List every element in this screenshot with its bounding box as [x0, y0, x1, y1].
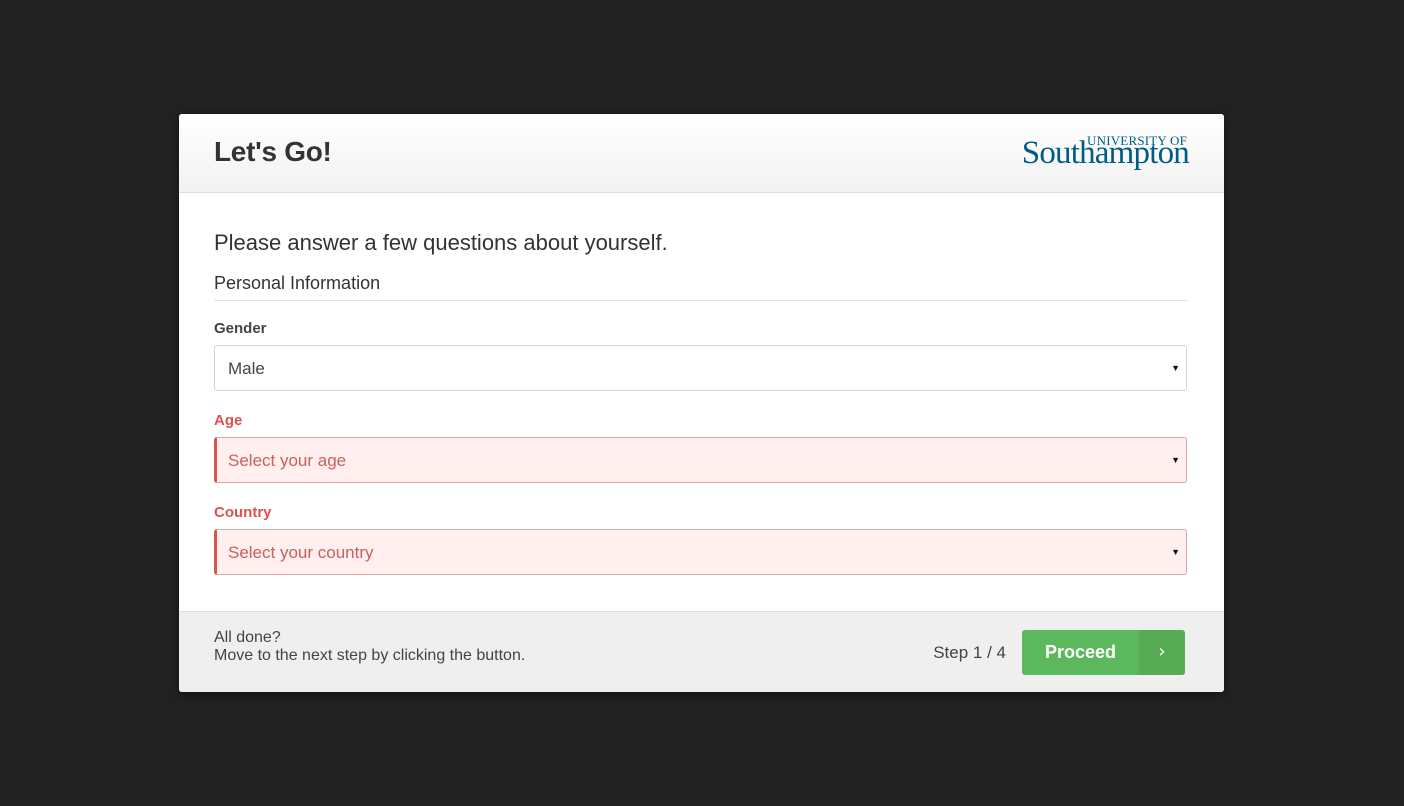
- footer-hint: All done? Move to the next step by click…: [214, 629, 525, 665]
- proceed-button[interactable]: Proceed ›: [1022, 630, 1185, 675]
- caret-down-icon: ▼: [1171, 455, 1180, 465]
- footer-hint-line2: Move to the next step by clicking the bu…: [214, 647, 526, 664]
- caret-down-icon: ▼: [1171, 547, 1180, 557]
- dialog-header: Let's Go! UNIVERSITY OF Southampton: [179, 114, 1224, 193]
- logo-main-text: Southampton: [1021, 135, 1190, 171]
- proceed-button-label: Proceed: [1044, 642, 1117, 662]
- gender-select-value: Male: [228, 359, 265, 378]
- gender-label: Gender: [214, 320, 267, 337]
- caret-down-icon: ▼: [1171, 363, 1180, 373]
- age-select[interactable]: Select your age ▼: [214, 437, 1187, 483]
- age-label: Age: [214, 412, 243, 429]
- footer-hint-line1: All done?: [214, 629, 281, 646]
- step-indicator: Step 1 / 4: [933, 643, 1006, 662]
- lead-text: Please answer a few questions about your…: [214, 230, 668, 255]
- section-title: Personal Information: [214, 273, 1189, 301]
- country-label: Country: [214, 504, 272, 521]
- country-select-placeholder: Select your country: [228, 543, 374, 562]
- university-logo: UNIVERSITY OF Southampton: [999, 133, 1190, 177]
- welcome-dialog: Let's Go! UNIVERSITY OF Southampton Plea…: [179, 114, 1224, 692]
- dialog-title: Let's Go!: [214, 136, 332, 167]
- dialog-body: Please answer a few questions about your…: [179, 193, 1224, 612]
- gender-select[interactable]: Male ▼: [214, 345, 1187, 391]
- chevron-right-icon: ›: [1139, 630, 1185, 675]
- dialog-footer: All done? Move to the next step by click…: [179, 611, 1224, 692]
- age-select-placeholder: Select your age: [228, 451, 347, 470]
- country-select[interactable]: Select your country ▼: [214, 529, 1187, 575]
